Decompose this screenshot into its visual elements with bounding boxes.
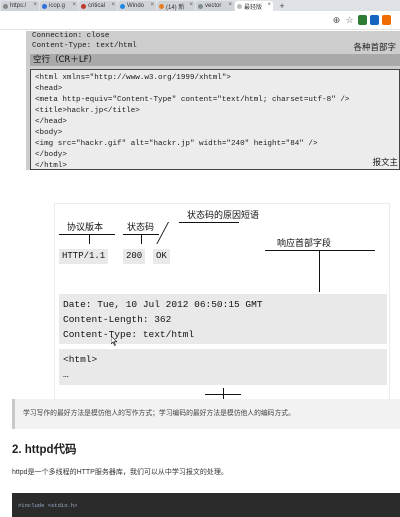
scanned-page-image: Connection: close Content-Type: text/htm…	[26, 31, 400, 170]
status-line-version: HTTP/1.1	[59, 249, 109, 264]
header-line: Connection: close	[32, 32, 110, 40]
connector-line	[59, 234, 115, 235]
mouse-cursor-icon	[111, 336, 117, 346]
response-headers-label: 响应首部字段	[277, 239, 332, 249]
scan-code-box: <html xmlns="http://www.w3.org/1999/xhtm…	[30, 69, 400, 170]
code-line: </body>	[35, 151, 67, 159]
article-content: Connection: close Content-Type: text/htm…	[0, 31, 400, 517]
browser-tab-active[interactable]: 最轻版 ×	[235, 1, 273, 11]
favicon-icon	[198, 3, 203, 9]
close-tab-icon[interactable]: ×	[228, 2, 232, 8]
protocol-version-label: 协议版本	[67, 223, 104, 233]
scan-side-label: 各种首部字	[353, 43, 396, 53]
tab-label: (14) 新	[166, 4, 185, 11]
body-line: <html>	[63, 354, 98, 365]
status-line-reason: OK	[153, 249, 170, 264]
header-field: Content-Length: 362	[63, 314, 172, 325]
browser-tab[interactable]: vector ×	[196, 1, 234, 11]
favicon-icon	[81, 3, 86, 9]
code-line: #include <stdio.h>	[18, 502, 78, 509]
close-tab-icon[interactable]: ×	[111, 2, 115, 8]
bookmark-star-icon[interactable]: ☆	[344, 15, 355, 26]
connector-line	[265, 250, 375, 251]
browser-toolbar: ⊕ ☆	[0, 11, 400, 30]
browser-tab[interactable]: (14) 新 ×	[157, 1, 195, 11]
tab-label: https:/	[10, 3, 27, 9]
response-header-block: Date: Tue, 10 Jul 2012 06:50:15 GMT Cont…	[59, 294, 387, 344]
scan-footer-label: 报文主	[372, 158, 398, 168]
close-tab-icon[interactable]: ×	[189, 2, 193, 8]
tab-label: vector	[205, 3, 222, 9]
extension-icon[interactable]	[358, 15, 367, 25]
code-line: </head>	[35, 118, 67, 126]
message-body-block: <html> …	[59, 349, 387, 385]
code-line: <img src="hackr.gif" alt="hackr.jp" widt…	[35, 140, 318, 148]
tab-label: 最轻版	[244, 4, 263, 11]
extension-icon[interactable]	[370, 15, 379, 25]
tab-label: critical	[88, 3, 106, 9]
section-heading: 2. httpd代码	[12, 444, 77, 456]
tab-label: icop.g	[49, 3, 66, 9]
connector-line	[156, 222, 169, 244]
favicon-icon	[120, 3, 125, 9]
code-line: <title>hackr.jp</title>	[35, 107, 140, 115]
zoom-icon[interactable]: ⊕	[331, 15, 342, 26]
browser-tab[interactable]: critical ×	[79, 1, 117, 11]
browser-tab[interactable]: https:/ ×	[1, 1, 39, 11]
tab-strip: https:/ × icop.g × critical × Windo × (14) 新…	[0, 0, 400, 11]
code-block: #include <stdio.h>	[12, 493, 400, 517]
browser-tab[interactable]: icop.g ×	[40, 1, 78, 11]
header-line: Content-Type: text/html	[32, 42, 137, 50]
body-line: …	[63, 369, 69, 380]
favicon-icon	[42, 3, 47, 9]
reason-phrase-label: 状态码的原因短语	[187, 211, 260, 221]
status-code-label: 状态码	[127, 223, 155, 233]
quote-note: 学习写作的最好方法是模仿他人的写作方式；学习编码的最好方法是模仿他人的编码方式。	[12, 399, 400, 429]
status-line-code: 200	[123, 249, 146, 264]
connector-line	[205, 394, 241, 395]
header-field: Date: Tue, 10 Jul 2012 06:50:15 GMT	[63, 299, 263, 310]
extension-icon[interactable]	[382, 15, 391, 25]
connector-line	[89, 234, 90, 244]
connector-line	[319, 250, 320, 292]
code-line: <head>	[35, 85, 63, 93]
connector-line	[179, 222, 239, 223]
close-tab-icon[interactable]: ×	[33, 2, 37, 8]
browser-tab[interactable]: Windo ×	[118, 1, 156, 11]
close-tab-icon[interactable]: ×	[150, 2, 154, 8]
code-line: </html>	[35, 162, 67, 170]
tab-label: Windo	[127, 3, 145, 9]
favicon-icon	[237, 3, 242, 9]
new-tab-button[interactable]: +	[276, 1, 288, 11]
favicon-icon	[3, 3, 8, 9]
close-tab-icon[interactable]: ×	[72, 2, 76, 8]
connector-line	[141, 234, 142, 244]
http-response-diagram: 协议版本 状态码 状态码的原因短语 响应首部字段 HTTP/1.1 200 OK…	[54, 203, 390, 421]
favicon-icon	[159, 3, 164, 9]
close-tab-icon[interactable]: ×	[267, 2, 271, 8]
code-line: <meta http-equiv="Content-Type" content=…	[35, 96, 350, 104]
scan-header-lines: Connection: close Content-Type: text/htm…	[32, 31, 137, 51]
empty-line-bar: 空行（CR＋LF）	[30, 54, 400, 66]
section-paragraph: httpd是一个多线程的HTTP服务器库，我们可以从中学习报文的处理。	[12, 469, 228, 476]
code-line: <html xmlns="http://www.w3.org/1999/xhtm…	[35, 74, 231, 82]
code-line: <body>	[35, 129, 63, 137]
